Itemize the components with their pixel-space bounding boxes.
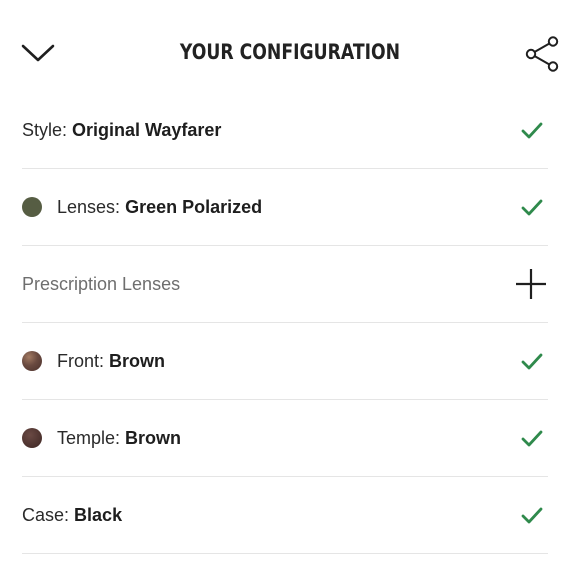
prescription-label: Prescription Lenses (22, 273, 181, 294)
lenses-value: Green Polarized (125, 196, 263, 217)
temple-label: Temple: Brown (57, 427, 182, 448)
collapse-button[interactable] (18, 36, 58, 70)
configuration-list: Style: Original Wayfarer Lenses: Green P… (22, 92, 548, 554)
share-button[interactable] (522, 34, 562, 74)
style-label: Style: Original Wayfarer (22, 119, 222, 140)
lens-color-swatch (22, 197, 42, 217)
check-icon (521, 122, 543, 139)
case-value: Black (74, 504, 123, 525)
check-icon (521, 353, 543, 370)
config-row-prescription[interactable]: Prescription Lenses (22, 246, 548, 323)
plus-icon[interactable] (514, 267, 548, 301)
front-label: Front: Brown (57, 350, 166, 371)
config-row-front[interactable]: Front: Brown (22, 323, 548, 400)
check-icon (521, 199, 543, 216)
front-value: Brown (109, 350, 166, 371)
config-row-case[interactable]: Case: Black (22, 477, 548, 554)
page-title: YOUR CONFIGURATION (179, 40, 401, 64)
share-icon (525, 36, 559, 72)
temple-color-swatch (22, 428, 42, 448)
front-color-swatch (22, 351, 42, 371)
config-row-lenses[interactable]: Lenses: Green Polarized (22, 169, 548, 246)
style-value: Original Wayfarer (72, 119, 222, 140)
check-icon (521, 430, 543, 447)
check-icon (521, 507, 543, 524)
config-row-style[interactable]: Style: Original Wayfarer (22, 92, 548, 169)
case-label: Case: Black (22, 504, 123, 525)
chevron-down-icon (21, 44, 55, 62)
lenses-label: Lenses: Green Polarized (57, 196, 263, 217)
config-row-temple[interactable]: Temple: Brown (22, 400, 548, 477)
config-header: YOUR CONFIGURATION (0, 0, 580, 100)
temple-value: Brown (125, 427, 182, 448)
